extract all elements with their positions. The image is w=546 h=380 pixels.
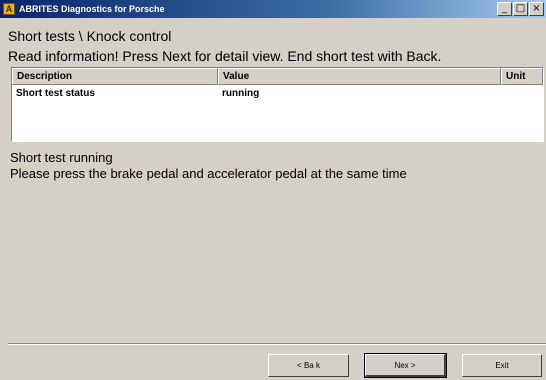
- window-controls: _ □ ×: [496, 2, 544, 16]
- column-header-unit[interactable]: Unit: [501, 68, 543, 85]
- status-line-running: Short test running: [10, 150, 113, 165]
- exit-button[interactable]: Exit: [462, 354, 542, 377]
- app-icon: A: [3, 3, 15, 15]
- cell-description: Short test status: [16, 88, 95, 99]
- next-button[interactable]: Nex >: [364, 353, 447, 378]
- instruction-text: Read information! Press Next for detail …: [8, 48, 442, 64]
- column-header-description[interactable]: Description: [12, 68, 218, 85]
- table-header: Description Value Unit: [12, 68, 543, 85]
- app-window: A ABRITES Diagnostics for Porsche _ □ × Sh…: [0, 0, 546, 380]
- breadcrumb: Short tests \ Knock control: [8, 28, 172, 44]
- column-header-value[interactable]: Value: [218, 68, 501, 85]
- footer-divider: [8, 343, 546, 345]
- table-row[interactable]: Short test status running: [12, 87, 543, 101]
- status-message: Short test running Please press the brak…: [10, 150, 407, 182]
- results-table[interactable]: Description Value Unit Short test status…: [11, 67, 544, 142]
- window-title: ABRITES Diagnostics for Porsche: [19, 4, 165, 14]
- status-line-instruction: Please press the brake pedal and acceler…: [10, 166, 407, 181]
- maximize-button[interactable]: □: [513, 2, 528, 16]
- title-bar[interactable]: A ABRITES Diagnostics for Porsche _ □ ×: [0, 0, 546, 18]
- cell-value: running: [222, 88, 260, 99]
- back-button[interactable]: < Ba k: [268, 354, 349, 377]
- close-button[interactable]: ×: [529, 2, 544, 16]
- minimize-button[interactable]: _: [497, 2, 512, 16]
